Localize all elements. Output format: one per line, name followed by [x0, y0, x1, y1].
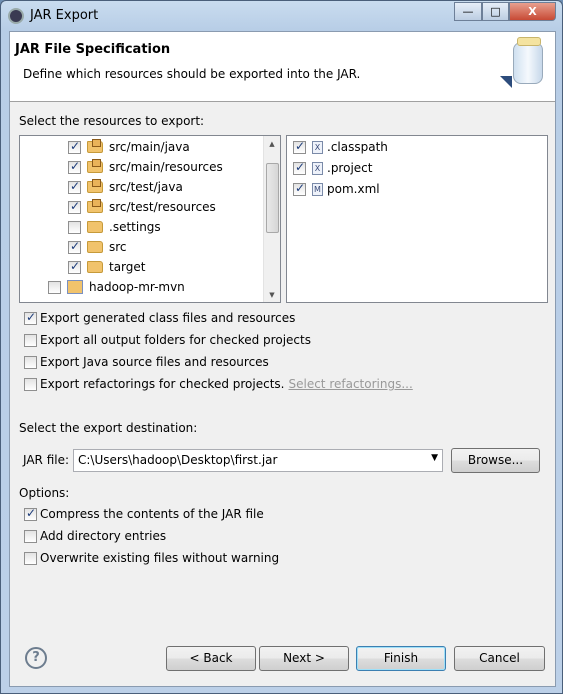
project-icon [67, 280, 83, 294]
checkbox[interactable] [293, 181, 306, 196]
eclipse-icon [8, 8, 24, 24]
tree-item-label: src/main/resources [109, 160, 223, 174]
cancel-button[interactable]: Cancel [454, 646, 545, 671]
option-label: Overwrite existing files without warning [40, 551, 280, 565]
option-label: Compress the contents of the JAR file [40, 507, 264, 521]
page-description: Define which resources should be exporte… [23, 67, 361, 81]
finish-button[interactable]: Finish [356, 646, 446, 671]
tree-item[interactable]: src/test/resources [68, 197, 216, 217]
destination-label: Select the export destination: [19, 421, 198, 435]
scroll-up-icon[interactable]: ▲ [264, 140, 280, 148]
tree-item-label: target [109, 260, 146, 274]
option-checkbox[interactable]: Export generated class files and resourc… [24, 310, 296, 325]
package-folder-icon [87, 179, 103, 193]
checkbox[interactable] [68, 159, 81, 174]
tree-item-label: hadoop-mr-mvn [89, 280, 185, 294]
option-checkbox[interactable]: Compress the contents of the JAR file [24, 506, 264, 521]
tree-scrollbar[interactable]: ▲ ▼ [263, 136, 280, 302]
checkbox[interactable] [24, 506, 37, 521]
xml-file-icon: X [312, 140, 323, 154]
help-icon[interactable]: ? [25, 647, 47, 669]
dialog-body: JAR File Specification Define which reso… [9, 31, 556, 687]
file-item[interactable]: Mpom.xml [293, 179, 380, 199]
tree-item[interactable]: target [68, 257, 146, 277]
option-label: Export refactorings for checked projects… [40, 377, 285, 391]
tree-item[interactable]: .settings [68, 217, 161, 237]
option-checkbox[interactable]: Export refactorings for checked projects… [24, 377, 413, 391]
maven-file-icon: M [312, 182, 323, 196]
tree-item[interactable]: src/main/resources [68, 157, 223, 177]
checkbox[interactable] [48, 280, 61, 294]
tree-item-label: src [109, 240, 127, 254]
resources-label: Select the resources to export: [19, 114, 205, 128]
option-checkbox[interactable]: Export all output folders for checked pr… [24, 333, 311, 347]
jar-file-value: C:\Users\hadoop\Desktop\first.jar [78, 453, 278, 467]
back-button[interactable]: < Back [166, 646, 256, 671]
checkbox[interactable] [24, 529, 37, 543]
jar-file-combo[interactable]: C:\Users\hadoop\Desktop\first.jar ▼ [73, 449, 443, 472]
minimize-button[interactable]: — [454, 2, 482, 21]
package-folder-icon [87, 139, 103, 153]
scroll-thumb[interactable] [266, 163, 279, 233]
tree-item[interactable]: src/main/java [68, 137, 190, 157]
option-label: Export all output folders for checked pr… [40, 333, 311, 347]
tree-item[interactable]: hadoop-mr-mvn [48, 277, 185, 297]
folder-icon [87, 221, 103, 233]
checkbox[interactable] [24, 355, 37, 369]
package-folder-icon [87, 199, 103, 213]
option-label: Add directory entries [40, 529, 167, 543]
option-label: Export generated class files and resourc… [40, 311, 296, 325]
checkbox[interactable] [68, 259, 81, 274]
checkbox[interactable] [24, 310, 37, 325]
file-item-label: .classpath [327, 140, 388, 154]
wizard-header: JAR File Specification Define which reso… [10, 32, 555, 102]
option-checkbox[interactable]: Export Java source files and resources [24, 355, 269, 369]
jar-file-label: JAR file: [23, 453, 70, 467]
tree-item-label: src/test/java [109, 180, 183, 194]
maximize-button[interactable]: □ [482, 2, 509, 21]
file-item[interactable]: X .project [293, 158, 372, 178]
file-item-label: pom.xml [327, 182, 380, 196]
page-title: JAR File Specification [15, 42, 171, 57]
checkbox[interactable] [68, 239, 81, 254]
xml-file-icon: X [312, 161, 323, 175]
dropdown-arrow-icon[interactable]: ▼ [431, 453, 438, 463]
checkbox[interactable] [24, 377, 37, 391]
checkbox[interactable] [24, 551, 37, 565]
scroll-down-icon[interactable]: ▼ [264, 291, 280, 299]
folder-icon [87, 241, 103, 253]
files-list[interactable]: X .classpath X .project Mpom.xml [286, 135, 548, 303]
package-folder-icon [87, 159, 103, 173]
checkbox[interactable] [293, 160, 306, 175]
file-item-label: .project [327, 161, 373, 175]
checkbox[interactable] [68, 139, 81, 154]
option-label: Export Java source files and resources [40, 355, 269, 369]
checkbox[interactable] [293, 139, 306, 154]
title-bar: JAR Export — □ X [1, 1, 562, 31]
folder-icon [87, 261, 103, 273]
next-button[interactable]: Next > [259, 646, 349, 671]
file-item[interactable]: X .classpath [293, 137, 388, 157]
jar-icon [513, 37, 543, 84]
tree-item-label: src/test/resources [109, 200, 216, 214]
checkbox[interactable] [68, 179, 81, 194]
checkbox[interactable] [68, 199, 81, 214]
tree-item-label: .settings [109, 220, 161, 234]
resources-tree[interactable]: ▲ ▼ src/main/java src/main/resources src/t… [19, 135, 281, 303]
checkbox[interactable] [24, 333, 37, 347]
browse-button[interactable]: Browse... [451, 448, 540, 473]
select-refactorings-link[interactable]: Select refactorings... [288, 377, 412, 391]
tree-item[interactable]: src/test/java [68, 177, 183, 197]
tree-item[interactable]: src [68, 237, 127, 257]
checkbox[interactable] [68, 220, 81, 234]
window-title: JAR Export [30, 8, 99, 23]
option-checkbox[interactable]: Add directory entries [24, 529, 166, 543]
banner-triangle-icon [500, 76, 512, 88]
options-label: Options: [19, 486, 70, 500]
tree-item-label: src/main/java [109, 140, 190, 154]
close-button[interactable]: X [509, 2, 556, 21]
option-checkbox[interactable]: Overwrite existing files without warning [24, 551, 279, 565]
jar-export-window: JAR Export — □ X JAR File Specification … [0, 0, 563, 694]
